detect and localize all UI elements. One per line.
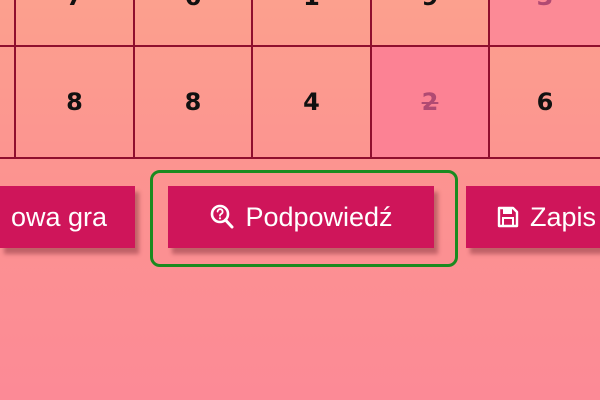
cell-value: 6 — [185, 0, 202, 11]
magnifier-question-icon — [209, 203, 235, 231]
floppy-disk-icon — [496, 205, 520, 229]
game-board: 7 6 1 9 3 8 8 4 2 6 — [0, 0, 600, 159]
cell-value: 8 — [184, 88, 202, 116]
new-game-button[interactable]: owa gra — [0, 186, 135, 248]
board-cell[interactable] — [0, 0, 16, 47]
new-game-label: owa gra — [10, 201, 107, 232]
board-cell[interactable]: 4 — [253, 47, 372, 159]
board-cell[interactable]: 8 — [16, 47, 135, 159]
board-cell[interactable]: 3 — [490, 0, 600, 47]
cell-value: 1 — [303, 0, 320, 11]
board-cell[interactable]: 6 — [135, 0, 253, 47]
board-cell[interactable] — [0, 47, 16, 159]
save-label: Zapis — [530, 201, 597, 232]
board-cell-eliminated[interactable]: 2 — [372, 47, 490, 159]
board-cell[interactable]: 9 — [372, 0, 490, 47]
board-cell[interactable]: 8 — [135, 47, 253, 159]
cell-value: 8 — [66, 88, 83, 116]
cell-value: 4 — [303, 88, 320, 116]
cell-value: 3 — [537, 0, 554, 11]
board-cell[interactable]: 6 — [490, 47, 600, 159]
cell-value: 2 — [421, 88, 439, 116]
board-cell[interactable]: 1 — [253, 0, 372, 47]
hint-button[interactable]: Podpowiedź — [168, 186, 434, 248]
hint-label: Podpowiedź — [245, 201, 393, 232]
cell-value: 7 — [66, 0, 83, 11]
cell-value: 6 — [536, 88, 554, 116]
board-cell[interactable]: 7 — [16, 0, 135, 47]
cell-value: 9 — [422, 0, 439, 11]
save-button[interactable]: Zapis — [466, 186, 600, 248]
